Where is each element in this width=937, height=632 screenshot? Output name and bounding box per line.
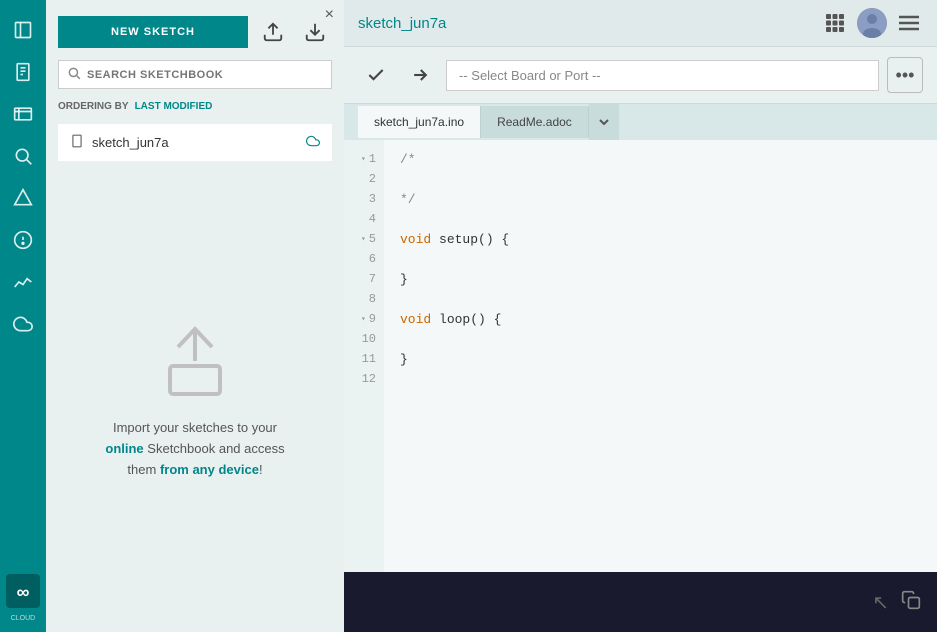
import-highlight-from: from any device: [160, 462, 259, 477]
top-bar: sketch_jun7a: [344, 0, 937, 47]
sidebar-item-help[interactable]: [3, 220, 43, 260]
toolbar: -- Select Board or Port -- •••: [344, 47, 937, 104]
copy-icon[interactable]: [901, 590, 921, 615]
sidebar: ∞ CLOUD: [0, 0, 46, 632]
line-num-6: 6: [344, 250, 376, 270]
apps-grid-icon[interactable]: [821, 9, 849, 37]
hamburger-icon[interactable]: [895, 9, 923, 37]
board-port-label: -- Select Board or Port --: [459, 68, 601, 83]
open-sketch-button[interactable]: [256, 14, 290, 50]
upload-icon: [145, 316, 245, 406]
code-line-9: void loop() {: [400, 310, 921, 330]
tab-sketch-ino[interactable]: sketch_jun7a.ino: [358, 106, 481, 138]
sidebar-item-boards[interactable]: [3, 94, 43, 134]
svg-text:∞: ∞: [17, 582, 30, 602]
import-highlight-online: online: [105, 441, 143, 456]
ordering-label: ORDERING BY: [58, 101, 129, 112]
code-line-11: }: [400, 350, 921, 370]
import-description: Import your sketches to your online Sket…: [105, 418, 284, 480]
import-section: Import your sketches to your online Sket…: [46, 165, 344, 632]
import-text-sketchbook: Sketchbook: [147, 441, 219, 456]
editor-area: sketch_jun7a: [344, 0, 937, 632]
line-num-8: 8: [344, 290, 376, 310]
sidebar-item-cloud[interactable]: [3, 304, 43, 344]
tab-dropdown-button[interactable]: [589, 104, 619, 140]
line-numbers: ▾1 2 3 4 ▾5 6 7 8 ▾9 10 11 12: [344, 140, 384, 572]
sidebar-item-sketch[interactable]: [3, 52, 43, 92]
line-num-7: 7: [344, 270, 376, 290]
code-area: ▾1 2 3 4 ▾5 6 7 8 ▾9 10 11 12 /* */ void…: [344, 140, 937, 572]
code-line-2: [400, 170, 921, 190]
ordering-value[interactable]: LAST MODIFIED: [135, 101, 213, 112]
top-bar-left: sketch_jun7a: [358, 15, 446, 32]
close-icon[interactable]: ×: [325, 6, 334, 24]
search-box: [58, 60, 332, 89]
sketchbook-panel: × NEW SKETCH ORDERING BY LAST MODIFIED s…: [46, 0, 344, 632]
verify-button[interactable]: [358, 57, 394, 93]
sidebar-item-search[interactable]: [3, 136, 43, 176]
avatar[interactable]: [857, 8, 887, 38]
line-num-3: 3: [344, 190, 376, 210]
line-num-4: 4: [344, 210, 376, 230]
sidebar-item-debug[interactable]: [3, 178, 43, 218]
ordering-row: ORDERING BY LAST MODIFIED: [46, 97, 344, 120]
arduino-logo: ∞: [3, 571, 43, 611]
top-bar-right: [821, 8, 923, 38]
line-num-2: 2: [344, 170, 376, 190]
search-input[interactable]: [87, 69, 323, 81]
code-line-5: void setup() {: [400, 230, 921, 250]
line-num-12: 12: [344, 370, 376, 390]
code-line-6: [400, 250, 921, 270]
file-sketch-icon: [70, 134, 84, 151]
list-item[interactable]: sketch_jun7a: [58, 124, 332, 161]
cloud-sync-icon: [306, 134, 320, 151]
board-port-selector[interactable]: -- Select Board or Port --: [446, 60, 879, 91]
line-num-10: 10: [344, 330, 376, 350]
sidebar-item-sketchbook[interactable]: [3, 10, 43, 50]
new-sketch-row: NEW SKETCH: [46, 0, 344, 60]
code-editor[interactable]: /* */ void setup() { } void loop() { }: [384, 140, 937, 572]
code-line-3: */: [400, 190, 921, 210]
code-line-12: [400, 370, 921, 390]
sketch-name: sketch_jun7a: [92, 135, 298, 150]
new-sketch-button[interactable]: NEW SKETCH: [58, 16, 248, 48]
upload-button[interactable]: [402, 57, 438, 93]
search-row: [46, 60, 344, 97]
line-num-1: ▾1: [344, 150, 376, 170]
code-line-1: /*: [400, 150, 921, 170]
cloud-label: CLOUD: [11, 615, 36, 622]
line-num-11: 11: [344, 350, 376, 370]
tab-readme[interactable]: ReadMe.adoc: [481, 106, 589, 138]
more-options-button[interactable]: •••: [887, 57, 923, 93]
code-line-10: [400, 330, 921, 350]
bottom-bar: ↖: [344, 572, 937, 632]
cursor-icon: ↖: [872, 590, 889, 615]
sketch-title: sketch_jun7a: [358, 15, 446, 32]
tabs-row: sketch_jun7a.ino ReadMe.adoc: [344, 104, 937, 140]
code-line-8: [400, 290, 921, 310]
sidebar-nav: [0, 10, 46, 344]
code-line-4: [400, 210, 921, 230]
line-num-5: ▾5: [344, 230, 376, 250]
search-icon: [67, 66, 81, 83]
code-line-7: }: [400, 270, 921, 290]
line-num-9: ▾9: [344, 310, 376, 330]
sidebar-item-serial-plotter[interactable]: [3, 262, 43, 302]
sidebar-bottom: ∞ CLOUD: [3, 571, 43, 622]
